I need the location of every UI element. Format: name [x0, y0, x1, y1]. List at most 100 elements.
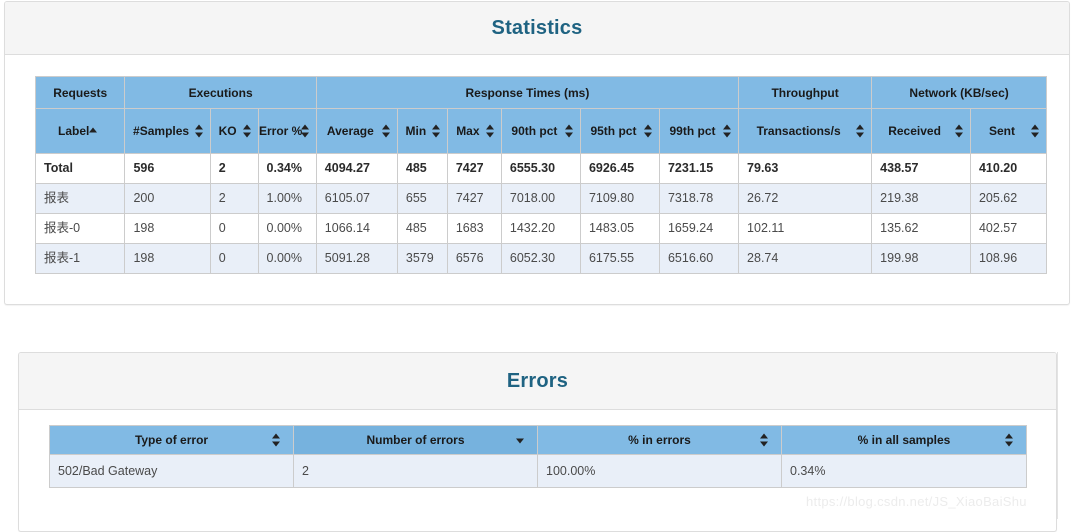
cell-min: 655 [396, 183, 448, 214]
group-header-network-label: Network (KB/sec) [909, 85, 1009, 100]
column-header-90th-pct[interactable]: 90th pct [500, 108, 581, 154]
column-header-max-text: Max [456, 124, 480, 138]
errors-title: Errors [506, 369, 569, 392]
cell-95th-pct: 7109.80 [579, 183, 660, 214]
column-header-label-text: Label [58, 124, 90, 138]
cell-90th-pct: 6555.30 [500, 153, 581, 184]
statistics-table-body: Total 596 2 0.34% 4094.27 485 7427 6555.… [34, 153, 1048, 274]
cell-sent: 205.62 [969, 183, 1048, 214]
cell-received: 199.98 [871, 243, 971, 274]
column-header-ko-text: KO [218, 124, 237, 138]
cell-average: 6105.07 [315, 183, 398, 214]
table-row: Total 596 2 0.34% 4094.27 485 7427 6555.… [34, 153, 1048, 184]
errors-column-header-row: Type of error Number of errors % in erro… [49, 425, 1027, 455]
cell-99th-pct: 7231.15 [658, 153, 740, 184]
cell-error-pct: 1.00% [257, 183, 317, 214]
cell-error-pct: 0.00% [257, 243, 317, 274]
table-row: 报表 200 2 1.00% 6105.07 655 7427 7018.00 … [34, 183, 1048, 214]
cell-90th-pct: 1432.20 [500, 213, 581, 244]
cell-90th-pct: 7018.00 [500, 183, 581, 214]
cell-max: 1683 [446, 213, 502, 244]
column-header-pct-in-errors-text: % in errors [628, 433, 691, 447]
sort-both-icon[interactable] [272, 433, 281, 447]
cell-label: 报表-0 [34, 213, 126, 244]
cell-ko: 2 [209, 153, 259, 184]
cell-90th-pct: 6052.30 [500, 243, 581, 274]
cell-label: 报表 [34, 183, 126, 214]
cell-sent: 402.57 [969, 213, 1048, 244]
cell-min: 3579 [396, 243, 448, 274]
cell-sent: 108.96 [969, 243, 1048, 274]
errors-table-body: 502/Bad Gateway 2 100.00% 0.34% [49, 454, 1027, 488]
cell-99th-pct: 6516.60 [658, 243, 740, 274]
column-header-type-of-error-text: Type of error [134, 433, 209, 447]
column-header-average-text: Average [326, 124, 374, 138]
column-header-received[interactable]: Received [871, 108, 971, 154]
cell-label: Total [34, 153, 126, 184]
sort-both-icon[interactable] [1005, 433, 1014, 447]
statistics-group-header-row: Requests Executions Response Times (ms) … [34, 76, 1047, 109]
statistics-title: Statistics [491, 16, 583, 39]
sort-both-icon[interactable] [760, 433, 769, 447]
column-header-transactions-per-sec[interactable]: Transactions/s [738, 108, 873, 154]
column-header-min-text: Min [405, 124, 427, 138]
sort-both-icon[interactable] [954, 124, 964, 138]
column-header-error-pct[interactable]: Error % [257, 108, 317, 154]
sort-both-icon[interactable] [856, 124, 865, 138]
cell-number-of-errors: 2 [293, 454, 538, 488]
column-header-sent[interactable]: Sent [969, 108, 1048, 154]
sort-both-icon[interactable] [1031, 124, 1040, 138]
errors-panel-heading: Errors [19, 353, 1056, 410]
cell-error-pct: 0.00% [257, 213, 317, 244]
column-header-99th-pct[interactable]: 99th pct [658, 108, 740, 154]
table-row: 报表-0 198 0 0.00% 1066.14 485 1683 1432.2… [34, 213, 1048, 244]
cell-transactions: 79.63 [738, 153, 873, 184]
table-row: 报表-1 198 0 0.00% 5091.28 3579 6576 6052.… [34, 243, 1048, 274]
group-header-requests: Requests [34, 76, 126, 109]
group-header-executions: Executions [124, 76, 317, 109]
cell-99th-pct: 7318.78 [658, 183, 740, 214]
watermark-text: https://blog.csdn.net/JS_XiaoBaiShu [806, 494, 1027, 509]
statistics-column-header-row: Label #Samples KO Error % Average Min Ma… [34, 108, 1048, 154]
cell-max: 7427 [446, 153, 502, 184]
column-header-95th-pct-text: 95th pct [590, 124, 637, 138]
column-header-pct-in-errors[interactable]: % in errors [537, 425, 782, 455]
sort-descending-icon[interactable] [516, 434, 525, 447]
cell-ko: 0 [209, 243, 259, 274]
column-header-number-of-errors[interactable]: Number of errors [293, 425, 538, 455]
cell-samples: 596 [124, 153, 211, 184]
page-right-rule [1057, 352, 1058, 519]
column-header-type-of-error[interactable]: Type of error [49, 425, 294, 455]
cell-error-pct: 0.34% [257, 153, 317, 184]
cell-label: 报表-1 [34, 243, 126, 274]
cell-average: 5091.28 [315, 243, 398, 274]
column-header-received-text: Received [888, 124, 941, 138]
cell-ko: 0 [209, 213, 259, 244]
cell-pct-in-errors: 100.00% [537, 454, 782, 488]
column-header-min[interactable]: Min [396, 108, 448, 154]
group-header-executions-label: Executions [188, 85, 253, 100]
cell-received: 135.62 [871, 213, 971, 244]
statistics-panel-heading: Statistics [5, 2, 1069, 55]
cell-99th-pct: 1659.24 [658, 213, 740, 244]
group-header-throughput: Throughput [738, 76, 873, 109]
cell-min: 485 [396, 213, 448, 244]
column-header-label[interactable]: Label [34, 108, 126, 154]
cell-samples: 198 [124, 243, 211, 274]
cell-average: 4094.27 [315, 153, 398, 184]
column-header-error-pct-text: Error % [258, 124, 303, 138]
cell-type-of-error: 502/Bad Gateway [49, 454, 294, 488]
column-header-pct-in-all-samples[interactable]: % in all samples [781, 425, 1027, 455]
cell-95th-pct: 6926.45 [579, 153, 660, 184]
cell-max: 7427 [446, 183, 502, 214]
group-header-response-times: Response Times (ms) [315, 76, 740, 109]
column-header-samples[interactable]: #Samples [124, 108, 211, 154]
column-header-99th-pct-text: 99th pct [669, 124, 716, 138]
column-header-95th-pct[interactable]: 95th pct [579, 108, 660, 154]
cell-sent: 410.20 [969, 153, 1048, 184]
column-header-ko[interactable]: KO [209, 108, 259, 154]
errors-table: Type of error Number of errors % in erro… [49, 425, 1027, 488]
column-header-max[interactable]: Max [446, 108, 502, 154]
cell-average: 1066.14 [315, 213, 398, 244]
column-header-average[interactable]: Average [315, 108, 398, 154]
